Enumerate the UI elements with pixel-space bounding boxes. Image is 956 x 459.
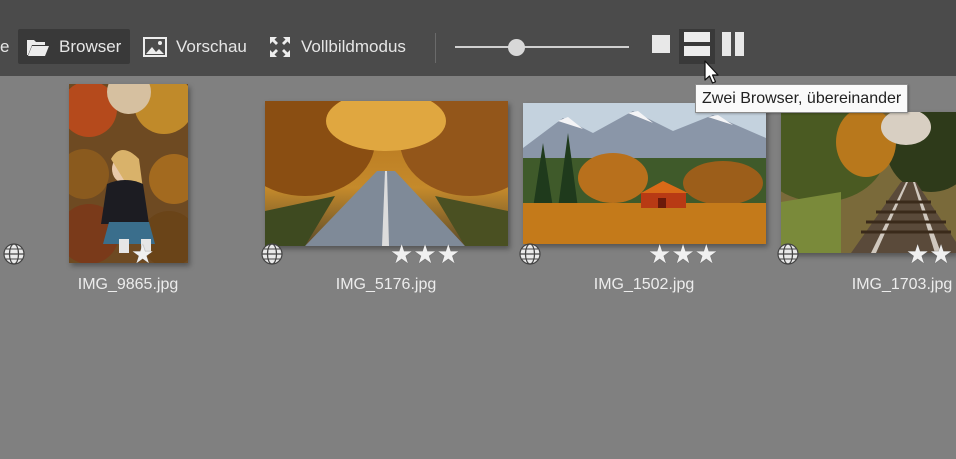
fullscreen-button[interactable]: Vollbildmodus bbox=[268, 29, 406, 64]
expand-arrows-icon bbox=[268, 36, 292, 58]
globe-icon bbox=[3, 243, 25, 265]
preview-button[interactable]: Vorschau bbox=[143, 29, 247, 64]
thumbnail-image[interactable] bbox=[781, 112, 956, 253]
rating-stars[interactable]: ★ ★ ★ bbox=[648, 241, 718, 267]
star-icon[interactable]: ★ bbox=[413, 241, 436, 267]
globe-icon bbox=[519, 243, 541, 265]
thumbnail-filename: IMG_1502.jpg bbox=[593, 276, 695, 293]
star-icon[interactable]: ★ bbox=[695, 241, 718, 267]
slider-thumb[interactable] bbox=[508, 39, 526, 56]
single-view-button[interactable] bbox=[648, 29, 674, 64]
slider-track bbox=[455, 46, 629, 48]
square-icon bbox=[652, 35, 670, 58]
rating-stars[interactable]: ★ ★ ★ bbox=[390, 241, 460, 267]
browser-button[interactable]: Browser bbox=[18, 29, 131, 64]
two-stacked-view-button[interactable] bbox=[679, 29, 715, 64]
fullscreen-button-label: Vollbildmodus bbox=[301, 36, 406, 56]
star-icon[interactable]: ★ bbox=[648, 241, 671, 267]
mouse-cursor bbox=[704, 60, 722, 86]
rating-stars[interactable]: ★ bbox=[131, 241, 154, 267]
star-icon[interactable]: ★ bbox=[671, 241, 694, 267]
toolbar-separator bbox=[435, 33, 436, 63]
tooltip: Zwei Browser, übereinander bbox=[695, 84, 909, 113]
preview-button-label: Vorschau bbox=[176, 36, 247, 56]
thumbnail-image[interactable] bbox=[523, 103, 766, 244]
folder-open-icon bbox=[26, 36, 50, 58]
globe-icon bbox=[777, 243, 799, 265]
globe-icon bbox=[261, 243, 283, 265]
thumbnail-image[interactable] bbox=[69, 84, 188, 263]
thumbnail-filename: IMG_1703.jpg bbox=[851, 276, 953, 293]
thumbnail-size-slider[interactable] bbox=[455, 37, 629, 57]
thumbnail-filename: IMG_9865.jpg bbox=[77, 276, 179, 293]
two-rows-icon bbox=[684, 31, 710, 62]
thumbnail-filename: IMG_5176.jpg bbox=[335, 276, 437, 293]
star-icon[interactable]: ★ bbox=[131, 241, 154, 267]
thumbnail-image[interactable] bbox=[265, 101, 508, 246]
two-side-by-side-view-button[interactable] bbox=[719, 29, 747, 64]
star-icon[interactable]: ★ bbox=[390, 241, 413, 267]
rating-stars[interactable]: ★ ★ bbox=[906, 241, 953, 267]
star-icon[interactable]: ★ bbox=[906, 241, 929, 267]
star-icon[interactable]: ★ bbox=[929, 241, 952, 267]
toolbar-cut-item[interactable]: e bbox=[0, 29, 9, 64]
two-columns-icon bbox=[721, 32, 745, 61]
browser-button-label: Browser bbox=[59, 36, 122, 56]
image-icon bbox=[143, 36, 167, 58]
cut-item-label: e bbox=[0, 36, 10, 56]
star-icon[interactable]: ★ bbox=[437, 241, 460, 267]
toolbar: e Browser Vorschau Vollbildmodus bbox=[0, 0, 956, 76]
